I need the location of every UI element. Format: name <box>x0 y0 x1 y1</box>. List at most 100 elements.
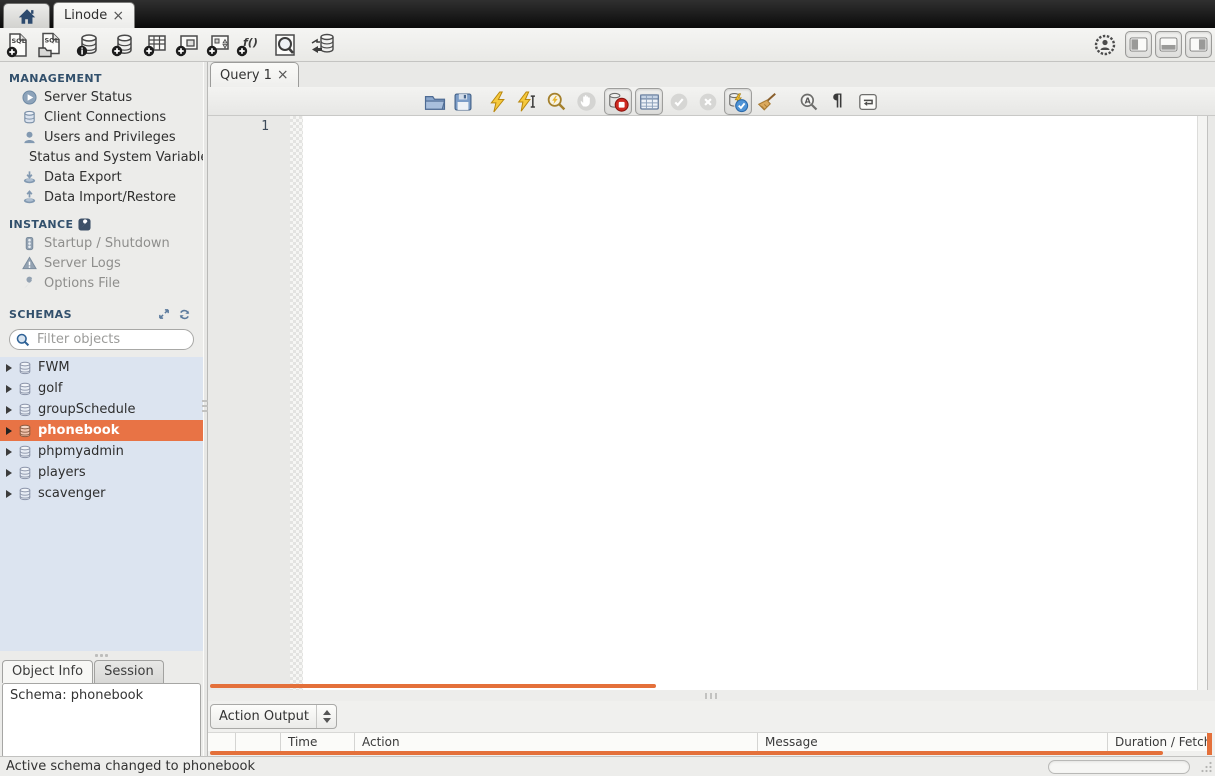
sidebar-item-options-file[interactable]: Options File <box>0 273 203 293</box>
status-message: Active schema changed to phonebook <box>0 759 255 774</box>
schema-row-groupschedule[interactable]: groupSchedule <box>0 399 203 420</box>
schema-row-players[interactable]: players <box>0 462 203 483</box>
rollback-button[interactable] <box>695 89 720 114</box>
open-sql-script-icon: SQL <box>37 32 63 58</box>
output-view-selector[interactable]: Action Output <box>210 704 337 729</box>
new-sql-tab-button[interactable]: SQL <box>4 31 32 59</box>
create-procedure-button[interactable] <box>204 31 232 59</box>
schema-database-icon <box>18 424 32 438</box>
output-horizontal-scrollbar[interactable] <box>210 751 1163 755</box>
line-number: 1 <box>208 116 290 134</box>
editor-line-number-gutter: 1 <box>208 116 290 690</box>
expander-icon[interactable] <box>6 364 12 372</box>
word-wrap-button[interactable] <box>855 89 880 114</box>
editor-output-splitter[interactable] <box>208 690 1215 701</box>
schema-row-scavenger[interactable]: scavenger <box>0 483 203 504</box>
open-script-button[interactable] <box>422 89 447 114</box>
schema-row-phpmyadmin[interactable]: phpmyadmin <box>0 441 203 462</box>
output-column-index[interactable] <box>236 733 281 751</box>
window-resize-grip-icon[interactable] <box>1199 760 1213 774</box>
sql-editor[interactable]: 1 <box>208 116 1208 690</box>
tab-session[interactable]: Session <box>94 660 164 683</box>
create-table-button[interactable] <box>141 31 169 59</box>
output-column-duration[interactable]: Duration / Fetch <box>1108 733 1208 751</box>
editor-horizontal-scrollbar[interactable] <box>210 684 656 688</box>
find-icon: A <box>799 92 819 112</box>
output-column-action[interactable]: Action <box>355 733 758 751</box>
create-schema-button[interactable] <box>109 31 137 59</box>
save-script-button[interactable] <box>450 89 475 114</box>
toggle-right-sidebar-button[interactable] <box>1185 31 1212 58</box>
sidebar-item-system-variables[interactable]: Status and System Variables <box>0 147 203 167</box>
explain-button[interactable] <box>544 89 569 114</box>
execute-icon <box>488 91 508 113</box>
create-function-icon: f() <box>235 32 261 58</box>
sidebar-item-label: Startup / Shutdown <box>44 236 170 251</box>
toggle-autocommit-button[interactable] <box>724 88 752 115</box>
schema-row-fwm[interactable]: FWM <box>0 357 203 378</box>
splitter-grip <box>204 400 207 412</box>
sidebar-item-data-import[interactable]: Data Import/Restore <box>0 187 203 207</box>
search-table-data-button[interactable] <box>271 31 299 59</box>
enterprise-features-button[interactable] <box>1091 31 1119 59</box>
execute-button[interactable] <box>485 89 510 114</box>
create-view-button[interactable] <box>173 31 201 59</box>
output-column-status[interactable] <box>208 733 236 751</box>
reconnect-dbms-button[interactable] <box>308 31 336 59</box>
output-column-message[interactable]: Message <box>758 733 1108 751</box>
expander-icon[interactable] <box>6 385 12 393</box>
expand-schemas-icon[interactable] <box>158 308 170 320</box>
sidebar-item-startup-shutdown[interactable]: Startup / Shutdown <box>0 233 203 253</box>
expander-icon[interactable] <box>6 406 12 414</box>
schema-filter-input[interactable] <box>35 331 187 348</box>
sidebar-item-server-status[interactable]: Server Status <box>0 87 203 107</box>
editor-vertical-scrollbar[interactable] <box>1197 116 1207 690</box>
new-sql-tab-icon: SQL <box>5 32 31 58</box>
create-function-button[interactable]: f() <box>234 31 262 59</box>
client-connections-icon <box>22 110 37 125</box>
section-label: SCHEMAS <box>9 308 72 321</box>
expander-icon[interactable] <box>6 427 12 435</box>
invisible-characters-button[interactable]: ¶ <box>825 89 850 114</box>
status-bar: Active schema changed to phonebook <box>0 756 1215 776</box>
tab-object-info[interactable]: Object Info <box>2 660 93 683</box>
tab-query-1[interactable]: Query 1 × <box>210 62 299 87</box>
stop-button[interactable] <box>574 89 599 114</box>
open-sql-script-button[interactable]: SQL <box>36 31 64 59</box>
sidebar-item-data-export[interactable]: Data Export <box>0 167 203 187</box>
expander-icon[interactable] <box>6 490 12 498</box>
beautify-broom-icon <box>756 91 778 113</box>
refresh-schemas-icon[interactable] <box>178 308 191 321</box>
toggle-left-sidebar-button[interactable] <box>1125 31 1152 58</box>
save-script-icon <box>453 92 473 112</box>
sidebar-item-client-connections[interactable]: Client Connections <box>0 107 203 127</box>
schema-inspector-button[interactable]: i <box>74 31 102 59</box>
sidebar-item-server-logs[interactable]: Server Logs <box>0 253 203 273</box>
sidebar-item-users-privileges[interactable]: Users and Privileges <box>0 127 203 147</box>
schema-row-phonebook[interactable]: phonebook <box>0 420 203 441</box>
beautify-button[interactable] <box>754 89 779 114</box>
limit-rows-button[interactable] <box>635 88 663 115</box>
output-column-time[interactable]: Time <box>281 733 355 751</box>
toggle-output-area-button[interactable] <box>1155 31 1182 58</box>
options-file-icon <box>22 276 37 291</box>
schema-database-icon <box>18 403 32 417</box>
stop-hand-icon <box>576 91 597 112</box>
expander-icon[interactable] <box>6 469 12 477</box>
commit-button[interactable] <box>666 89 691 114</box>
output-vertical-scrollbar[interactable] <box>1207 733 1212 755</box>
tab-home[interactable] <box>3 3 50 28</box>
close-tab-icon[interactable]: × <box>112 9 124 23</box>
schema-database-icon <box>18 361 32 375</box>
schema-name: scavenger <box>38 486 105 501</box>
toggle-stop-on-error-button[interactable] <box>604 88 632 115</box>
expander-icon[interactable] <box>6 448 12 456</box>
combo-spinner-icon[interactable] <box>316 705 336 728</box>
toggle-output-area-icon <box>1159 37 1178 52</box>
execute-current-button[interactable] <box>514 89 539 114</box>
schema-row-golf[interactable]: golf <box>0 378 203 399</box>
close-query-tab-icon[interactable]: × <box>277 68 289 82</box>
tab-connection[interactable]: Linode × <box>53 2 135 28</box>
find-button[interactable]: A <box>796 89 821 114</box>
sidebar-panel-splitter[interactable] <box>0 651 203 659</box>
